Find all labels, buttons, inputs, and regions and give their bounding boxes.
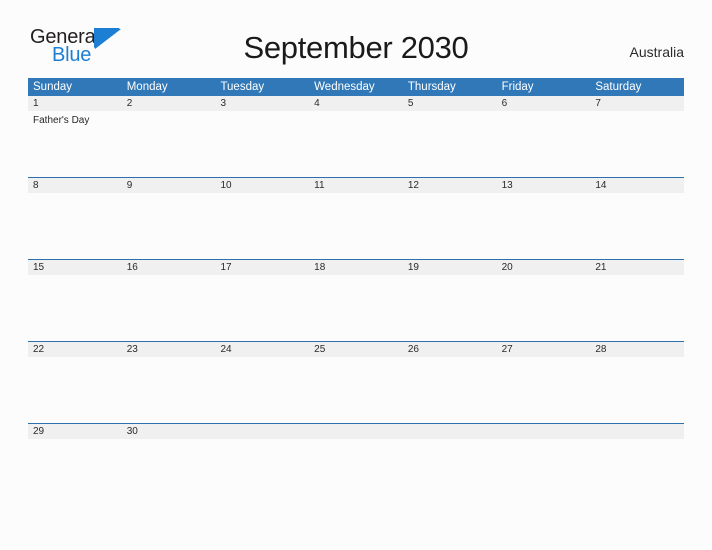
day-cell[interactable] bbox=[590, 111, 684, 177]
week-event-band bbox=[28, 439, 684, 505]
page-header: General Blue September 2030 Australia bbox=[0, 0, 712, 66]
day-number[interactable]: 10 bbox=[215, 178, 309, 193]
day-cell[interactable] bbox=[122, 193, 216, 259]
week-row: 8 9 10 11 12 13 14 bbox=[28, 177, 684, 259]
day-number bbox=[497, 424, 591, 439]
day-number[interactable]: 28 bbox=[590, 342, 684, 357]
weekday-header-friday: Friday bbox=[501, 81, 534, 93]
day-cell[interactable] bbox=[309, 111, 403, 177]
day-number[interactable]: 15 bbox=[28, 260, 122, 275]
day-number[interactable]: 13 bbox=[497, 178, 591, 193]
weekday-header-sunday: Sunday bbox=[33, 81, 73, 93]
day-cell[interactable] bbox=[590, 275, 684, 341]
weekday-header-thursday: Thursday bbox=[407, 81, 456, 93]
calendar-page: General Blue September 2030 Australia Su… bbox=[0, 0, 712, 550]
day-cell bbox=[309, 439, 403, 505]
day-number[interactable]: 6 bbox=[497, 96, 591, 111]
day-cell bbox=[497, 439, 591, 505]
day-number[interactable]: 21 bbox=[590, 260, 684, 275]
day-number[interactable]: 17 bbox=[215, 260, 309, 275]
day-number[interactable]: 11 bbox=[309, 178, 403, 193]
day-number[interactable]: 9 bbox=[122, 178, 216, 193]
day-cell[interactable] bbox=[590, 193, 684, 259]
day-number bbox=[215, 424, 309, 439]
day-number[interactable]: 22 bbox=[28, 342, 122, 357]
week-row: 1 2 3 4 5 6 7 Father's Day bbox=[28, 96, 684, 177]
day-cell[interactable] bbox=[403, 111, 497, 177]
day-cell[interactable] bbox=[497, 275, 591, 341]
day-cell[interactable] bbox=[122, 275, 216, 341]
day-number[interactable]: 3 bbox=[215, 96, 309, 111]
day-cell bbox=[590, 439, 684, 505]
day-number[interactable]: 2 bbox=[122, 96, 216, 111]
day-cell[interactable] bbox=[215, 357, 309, 423]
weekday-header-monday: Monday bbox=[126, 81, 168, 93]
day-cell[interactable] bbox=[497, 357, 591, 423]
day-number[interactable]: 18 bbox=[309, 260, 403, 275]
day-cell[interactable] bbox=[28, 439, 122, 505]
day-number[interactable]: 30 bbox=[122, 424, 216, 439]
weekday-header-tuesday: Tuesday bbox=[220, 81, 265, 93]
week-date-band: 15 16 17 18 19 20 21 bbox=[28, 260, 684, 275]
day-number[interactable]: 19 bbox=[403, 260, 497, 275]
day-number[interactable]: 7 bbox=[590, 96, 684, 111]
week-row: 15 16 17 18 19 20 21 bbox=[28, 259, 684, 341]
event-label: Father's Day bbox=[33, 115, 90, 126]
day-number[interactable]: 5 bbox=[403, 96, 497, 111]
week-row: 29 30 bbox=[28, 423, 684, 505]
page-title: September 2030 bbox=[243, 30, 469, 65]
day-number[interactable]: 26 bbox=[403, 342, 497, 357]
day-cell bbox=[403, 439, 497, 505]
day-cell[interactable] bbox=[497, 193, 591, 259]
day-number[interactable]: 12 bbox=[403, 178, 497, 193]
day-number[interactable]: 24 bbox=[215, 342, 309, 357]
weekday-header-wednesday: Wednesday bbox=[314, 81, 375, 93]
day-cell[interactable] bbox=[403, 357, 497, 423]
day-number[interactable]: 16 bbox=[122, 260, 216, 275]
day-cell[interactable] bbox=[215, 111, 309, 177]
week-date-band: 29 30 bbox=[28, 424, 684, 439]
day-cell[interactable] bbox=[309, 275, 403, 341]
day-cell[interactable] bbox=[28, 193, 122, 259]
weekday-header-row: Sunday Monday Tuesday Wednesday Thursday… bbox=[28, 78, 684, 96]
day-cell[interactable] bbox=[309, 193, 403, 259]
week-date-band: 22 23 24 25 26 27 28 bbox=[28, 342, 684, 357]
day-cell[interactable] bbox=[28, 275, 122, 341]
day-cell[interactable] bbox=[215, 275, 309, 341]
week-date-band: 8 9 10 11 12 13 14 bbox=[28, 178, 684, 193]
day-number[interactable]: 27 bbox=[497, 342, 591, 357]
week-row: 22 23 24 25 26 27 28 bbox=[28, 341, 684, 423]
week-event-band bbox=[28, 357, 684, 423]
day-cell bbox=[215, 439, 309, 505]
week-event-band: Father's Day bbox=[28, 111, 684, 177]
day-number[interactable]: 23 bbox=[122, 342, 216, 357]
day-number[interactable]: 29 bbox=[28, 424, 122, 439]
day-number[interactable]: 25 bbox=[309, 342, 403, 357]
day-cell[interactable] bbox=[122, 111, 216, 177]
day-cell[interactable] bbox=[403, 193, 497, 259]
day-cell[interactable] bbox=[28, 357, 122, 423]
day-cell[interactable]: Father's Day bbox=[28, 111, 122, 177]
day-number[interactable]: 1 bbox=[28, 96, 122, 111]
day-cell[interactable] bbox=[122, 439, 216, 505]
day-number[interactable]: 4 bbox=[309, 96, 403, 111]
day-number[interactable]: 14 bbox=[590, 178, 684, 193]
day-cell[interactable] bbox=[215, 193, 309, 259]
day-number bbox=[403, 424, 497, 439]
day-cell[interactable] bbox=[590, 357, 684, 423]
day-cell[interactable] bbox=[309, 357, 403, 423]
day-cell[interactable] bbox=[403, 275, 497, 341]
day-number[interactable]: 8 bbox=[28, 178, 122, 193]
weekday-header-saturday: Saturday bbox=[595, 81, 642, 93]
day-cell[interactable] bbox=[497, 111, 591, 177]
week-event-band bbox=[28, 275, 684, 341]
day-cell[interactable] bbox=[122, 357, 216, 423]
week-date-band: 1 2 3 4 5 6 7 bbox=[28, 96, 684, 111]
region-label: Australia bbox=[629, 44, 684, 60]
day-number bbox=[309, 424, 403, 439]
week-event-band bbox=[28, 193, 684, 259]
day-number bbox=[590, 424, 684, 439]
calendar-grid: Sunday Monday Tuesday Wednesday Thursday… bbox=[28, 78, 684, 505]
day-number[interactable]: 20 bbox=[497, 260, 591, 275]
